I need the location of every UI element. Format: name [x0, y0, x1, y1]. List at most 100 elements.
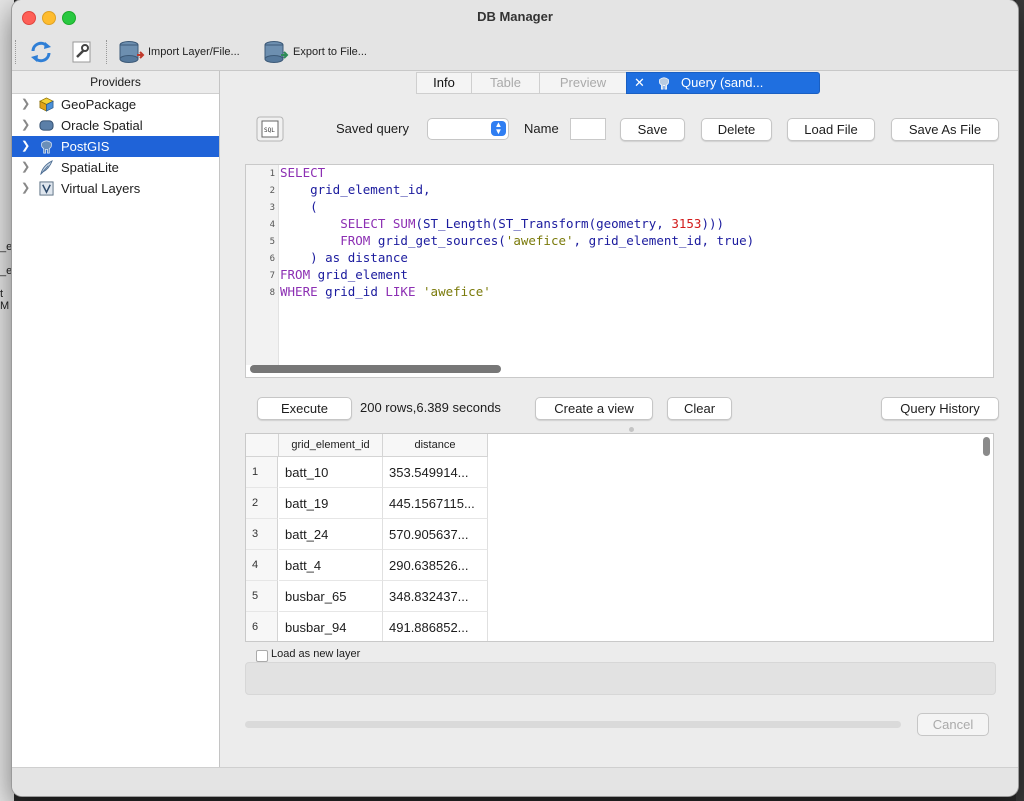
layer-options-panel [245, 662, 996, 695]
line-number: 7 [269, 271, 275, 281]
saved-query-select[interactable]: ▲ ▼ [427, 118, 509, 140]
corner-header [246, 434, 279, 457]
dropdown-stepper-icon: ▲ ▼ [491, 121, 506, 136]
clear-button[interactable]: Clear [667, 397, 732, 420]
virtual-layers-icon [39, 181, 54, 196]
code-line: grid_element_id, [280, 182, 431, 197]
code-line: ( [280, 199, 318, 214]
export-file-button[interactable]: Export to File... [262, 38, 367, 66]
create-view-button[interactable]: Create a view [535, 397, 653, 420]
code-line: FROM grid_element [280, 267, 408, 282]
database-import-icon [119, 41, 145, 63]
close-tab-icon[interactable]: ✕ [634, 73, 645, 93]
query-status-text: 200 rows,6.389 seconds [360, 400, 501, 415]
chevron-right-icon[interactable]: ❯ [21, 115, 30, 136]
line-number-gutter: 1 2 3 4 5 6 7 8 [246, 165, 279, 365]
chevron-right-icon[interactable]: ❯ [21, 94, 30, 115]
line-number: 2 [269, 186, 275, 196]
window-title: DB Manager [477, 9, 553, 24]
info-button[interactable] [70, 38, 94, 66]
toolbar-separator [106, 40, 108, 64]
background-text: _e [0, 241, 13, 253]
tab-table[interactable]: Table [471, 72, 539, 94]
provider-label: GeoPackage [61, 97, 137, 112]
chevron-right-icon[interactable]: ❯ [21, 157, 30, 178]
provider-label: Oracle Spatial [61, 118, 143, 133]
refresh-button[interactable] [28, 38, 54, 66]
cell-distance[interactable]: 445.1567115... [383, 488, 488, 519]
cell-distance[interactable]: 491.886852... [383, 612, 488, 641]
splitter-handle[interactable] [629, 427, 634, 432]
chevron-right-icon[interactable]: ❯ [21, 178, 30, 199]
line-number: 8 [269, 288, 275, 298]
row-number: 6 [246, 612, 278, 641]
provider-virtual-layers[interactable]: ❯ Virtual Layers [12, 178, 219, 199]
title-bar: DB Manager [12, 0, 1018, 34]
column-header[interactable]: grid_element_id [279, 434, 383, 457]
query-history-button[interactable]: Query History [881, 397, 999, 420]
save-as-file-button[interactable]: Save As File [891, 118, 999, 141]
cancel-button[interactable]: Cancel [917, 713, 989, 736]
cell-grid-element-id[interactable]: batt_19 [279, 488, 383, 519]
cell-grid-element-id[interactable]: busbar_65 [279, 581, 383, 612]
cell-grid-element-id[interactable]: batt_24 [279, 519, 383, 550]
cell-grid-element-id[interactable]: batt_4 [279, 550, 383, 581]
postgis-elephant-icon [41, 140, 52, 154]
load-file-button[interactable]: Load File [787, 118, 875, 141]
query-name-input[interactable] [570, 118, 606, 140]
postgis-elephant-icon [659, 77, 669, 90]
results-vertical-scrollbar[interactable] [983, 437, 990, 456]
row-number: 5 [246, 581, 278, 612]
load-as-new-layer-checkbox[interactable] [256, 650, 268, 662]
row-number: 1 [246, 457, 278, 488]
tab-bar: Info Table Preview ✕ Query (sand... [416, 72, 820, 94]
import-layer-label: Import Layer/File... [148, 46, 240, 58]
code-line: WHERE grid_id LIKE 'awefice' [280, 284, 491, 299]
column-header[interactable]: distance [383, 434, 488, 457]
refresh-icon [31, 41, 51, 63]
sql-file-icon[interactable]: SQL [256, 116, 284, 142]
wrench-icon [72, 41, 91, 63]
save-button[interactable]: Save [620, 118, 685, 141]
cell-distance[interactable]: 348.832437... [383, 581, 488, 612]
cell-distance[interactable]: 570.905637... [383, 519, 488, 550]
provider-geopackage[interactable]: ❯ GeoPackage [12, 94, 219, 115]
provider-spatialite[interactable]: ❯ SpatiaLite [12, 157, 219, 178]
chevron-right-icon[interactable]: ❯ [21, 136, 30, 157]
line-number: 6 [269, 254, 275, 264]
delete-button[interactable]: Delete [701, 118, 772, 141]
load-as-new-layer-label: Load as new layer [271, 648, 361, 660]
progress-bar [245, 721, 901, 728]
provider-postgis[interactable]: ❯ PostGIS [12, 136, 219, 157]
provider-label: SpatiaLite [61, 160, 119, 175]
line-number: 5 [269, 237, 275, 247]
execute-button[interactable]: Execute [257, 397, 352, 420]
import-layer-button[interactable]: Import Layer/File... [117, 38, 240, 66]
export-file-label: Export to File... [293, 46, 367, 58]
cell-distance[interactable]: 290.638526... [383, 550, 488, 581]
providers-header: Providers [12, 71, 219, 94]
provider-label: Virtual Layers [61, 181, 141, 196]
saved-query-label: Saved query [336, 121, 409, 136]
row-number: 2 [246, 488, 278, 519]
oracle-icon [39, 120, 54, 131]
tab-query-label: Query (sand... [681, 75, 764, 90]
spatialite-feather-icon [40, 160, 53, 175]
cell-grid-element-id[interactable]: busbar_94 [279, 612, 383, 641]
results-table: grid_element_id distance 1 batt_10 353.5… [245, 433, 994, 642]
editor-horizontal-scrollbar[interactable] [250, 365, 501, 373]
sql-editor[interactable]: 1 2 3 4 5 6 7 8 SELECT grid_element_id, … [245, 164, 994, 378]
cell-grid-element-id[interactable]: batt_10 [279, 457, 383, 488]
provider-label: PostGIS [61, 139, 110, 154]
code-line: SELECT [280, 165, 326, 180]
code-line: ) as distance [280, 250, 408, 265]
row-number: 3 [246, 519, 278, 550]
status-bar [12, 767, 1018, 796]
database-export-icon [264, 41, 289, 63]
tab-preview[interactable]: Preview [539, 72, 626, 94]
cell-distance[interactable]: 353.549914... [383, 457, 488, 488]
tab-info[interactable]: Info [416, 72, 471, 94]
provider-oracle-spatial[interactable]: ❯ Oracle Spatial [12, 115, 219, 136]
tab-query[interactable]: ✕ Query (sand... [626, 72, 820, 94]
providers-panel: Providers ❯ GeoPackage ❯ Oracle Spatial … [12, 71, 220, 767]
